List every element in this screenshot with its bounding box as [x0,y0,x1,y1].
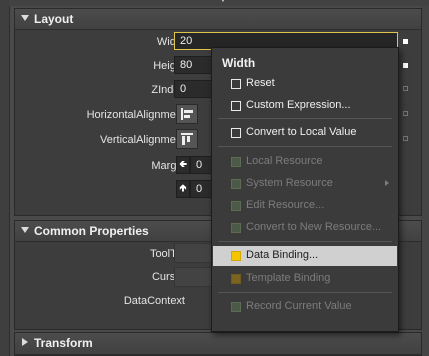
margin-top-value: 0 [196,183,203,195]
menu-item-edit-resource: Edit Resource... [213,196,397,216]
horizontal-alignment-label: HorizontalAlignment [86,109,185,121]
menu-item-label: Record Current Value [246,300,352,312]
width-advanced-options-icon[interactable] [403,39,408,44]
zindex-value: 0 [180,83,187,95]
menu-item-convert-to-local-value[interactable]: Convert to Local Value [213,123,397,143]
align-left-icon[interactable] [176,104,198,124]
menu-item-data-binding[interactable]: Data Binding... [213,246,397,266]
menu-item-label: Convert to New Resource... [246,221,382,233]
expand-triangle-icon[interactable] [21,15,29,21]
cursor-field[interactable] [174,267,214,287]
resource-icon [231,179,241,189]
template-binding-icon [231,274,241,284]
submenu-arrow-icon [385,180,389,186]
menu-item-local-resource: Local Resource [213,152,397,172]
margin-label: Margin [151,160,185,172]
datacontext-label: DataContext [123,295,185,307]
margin-left-value: 0 [196,159,203,171]
resource-icon [231,223,241,233]
tooltip-field[interactable] [174,243,214,263]
menu-item-record-current-value: Record Current Value [213,297,397,317]
height-label: Height [153,60,185,72]
layout-section-header[interactable]: Layout [15,9,421,30]
left-edge-bar [0,0,10,356]
menu-item-label: Custom Expression... [246,99,351,111]
vertical-alignment-options-icon[interactable] [403,136,408,141]
common-properties-title: Common Properties [34,224,149,238]
height-advanced-options-icon[interactable] [403,63,408,68]
height-field[interactable]: 80 [174,56,214,74]
menu-item-label: System Resource [246,177,333,189]
layout-section-title: Layout [34,12,74,26]
menu-item-template-binding: Template Binding [213,269,397,289]
menu-item-convert-to-new-resource: Convert to New Resource... [213,218,397,238]
width-value: 20 [180,35,193,47]
menu-item-label: Template Binding [246,272,331,284]
menu-item-custom-expression[interactable]: Custom Expression... [213,96,397,116]
context-menu-title: Width [222,56,256,70]
property-context-menu: Width Reset Custom Expression... Convert… [211,47,399,332]
zindex-label: ZIndex [151,84,185,96]
menu-separator [218,292,392,293]
zindex-advanced-options-icon[interactable] [403,86,408,91]
height-value: 80 [180,59,193,71]
menu-separator [218,118,392,119]
checkbox-icon [231,101,241,111]
menu-item-label: Local Resource [246,155,323,167]
data-binding-icon [231,251,241,261]
menu-item-label: Data Binding... [246,249,319,261]
menu-item-label: Edit Resource... [246,199,325,211]
zindex-field[interactable]: 0 [174,80,214,98]
resource-icon [231,201,241,211]
menu-item-reset[interactable]: Reset [213,74,397,94]
transform-header[interactable]: Transform [15,333,421,355]
margin-top-arrow-icon: 🢁 [176,180,190,198]
checkbox-icon [231,79,241,89]
transform-section: Transform [14,332,422,356]
checkbox-icon [231,128,241,138]
chevron-down-icon[interactable]: ▼ [217,0,229,4]
menu-item-label: Convert to Local Value [246,126,357,138]
horizontal-alignment-options-icon[interactable] [403,111,408,116]
align-top-icon[interactable] [176,129,198,149]
cursor-label: Cursor [151,271,185,283]
menu-separator [218,146,392,147]
width-label: Width [156,36,185,48]
margin-left-arrow-icon: 🢀 [176,156,190,174]
menu-item-system-resource: System Resource [213,174,397,194]
top-strip: ▼ [9,0,429,6]
resource-icon [231,157,241,167]
expand-triangle-icon[interactable] [21,227,29,233]
transform-title: Transform [34,336,93,350]
menu-item-label: Reset [246,77,275,89]
tooltip-label: ToolTip [149,248,185,260]
menu-separator [218,241,392,242]
vertical-alignment-label: VerticalAlignment [100,134,185,146]
collapsed-triangle-icon[interactable] [22,338,28,346]
record-icon [231,302,241,312]
